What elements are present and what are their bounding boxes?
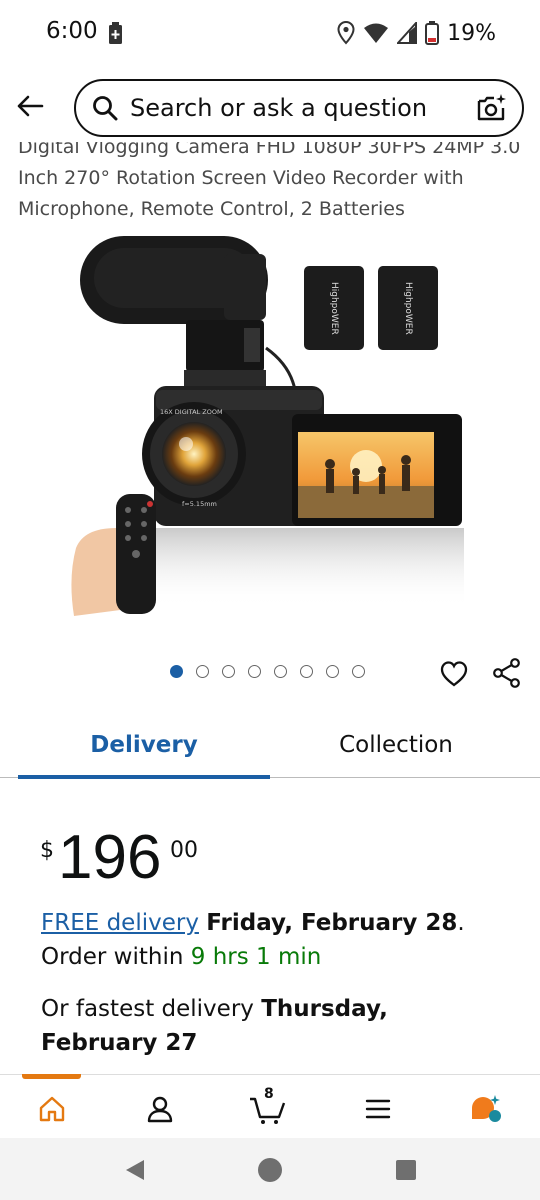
share-icon[interactable] (493, 658, 521, 688)
battery-icon (425, 21, 440, 45)
wifi-icon (364, 23, 389, 43)
camera-search-icon[interactable] (476, 92, 508, 124)
cart-count-badge: 8 (264, 1086, 274, 1102)
nav-account[interactable] (140, 1089, 180, 1129)
status-time: 6:00 (46, 18, 98, 44)
product-title-region: Digital Vlogging Camera FHD 1080P 30FPS … (0, 142, 540, 230)
order-within-label: Order within (41, 944, 184, 970)
tab-delivery[interactable]: Delivery (18, 712, 270, 779)
order-countdown: 9 hrs 1 min (190, 944, 322, 970)
carousel-dot[interactable] (352, 664, 365, 678)
search-input[interactable]: Search or ask a question (130, 94, 476, 122)
delivery-date-suffix: . (457, 910, 465, 936)
active-nav-indicator (22, 1074, 81, 1079)
bottom-nav: 8 (0, 1074, 540, 1138)
price-whole: 196 (58, 823, 162, 892)
search-header: Search or ask a question (0, 72, 540, 142)
product-image[interactable]: HighpoWER HighpoWER 16X DIGITAL ZOOM f=5… (64, 228, 474, 620)
status-icons: 19% (337, 18, 496, 48)
menu-icon (365, 1099, 391, 1119)
nav-home[interactable] (32, 1089, 72, 1129)
carousel-dot[interactable] (222, 664, 235, 678)
rufus-icon (472, 1095, 501, 1122)
account-icon (147, 1096, 173, 1123)
heart-icon[interactable] (440, 660, 468, 688)
product-title[interactable]: Digital Vlogging Camera FHD 1080P 30FPS … (18, 142, 523, 225)
carousel-dot[interactable] (170, 664, 183, 678)
home-icon (39, 1096, 65, 1122)
carousel-dot[interactable] (248, 664, 261, 678)
carousel-dot[interactable] (274, 664, 287, 678)
system-home-icon[interactable] (256, 1156, 284, 1184)
search-icon (93, 96, 118, 121)
battery-saver-icon (109, 22, 122, 44)
carousel-dot[interactable] (300, 664, 313, 678)
fastest-delivery: Or fastest delivery Thursday, February 2… (41, 992, 511, 1060)
nav-cart[interactable]: 8 (248, 1086, 288, 1129)
back-button[interactable] (10, 86, 50, 126)
battery-1-label: HighpoWER (329, 282, 339, 335)
system-recents-icon[interactable] (392, 1156, 420, 1184)
fastest-delivery-label: Or fastest delivery (41, 996, 254, 1022)
battery-percent: 19% (447, 20, 496, 46)
location-icon (337, 21, 355, 45)
price-currency: $ (40, 838, 54, 863)
lens-spec-label: f=5.15mm (182, 500, 217, 508)
delivery-tabs: Delivery Collection (0, 712, 540, 779)
carousel-dot[interactable] (326, 664, 339, 678)
free-delivery-link[interactable]: FREE delivery (41, 910, 199, 936)
signal-icon (397, 22, 418, 44)
nav-menu[interactable] (358, 1089, 398, 1129)
delivery-date: Friday, February 28 (206, 910, 458, 936)
system-back-icon[interactable] (120, 1156, 148, 1184)
status-bar: 6:00 19% (0, 0, 540, 66)
back-arrow-icon (17, 95, 44, 117)
battery-2-label: HighpoWER (403, 282, 413, 335)
price-fraction: 00 (170, 838, 198, 863)
delivery-estimate: FREE delivery Friday, February 28. Order… (41, 906, 511, 974)
system-nav-bar (0, 1138, 540, 1200)
nav-rufus[interactable] (466, 1089, 506, 1129)
tab-collection[interactable]: Collection (270, 712, 522, 778)
search-bar[interactable]: Search or ask a question (74, 79, 524, 137)
lens-label: 16X DIGITAL ZOOM (160, 408, 223, 416)
carousel-dot[interactable] (196, 664, 209, 678)
carousel-indicator (170, 662, 365, 680)
